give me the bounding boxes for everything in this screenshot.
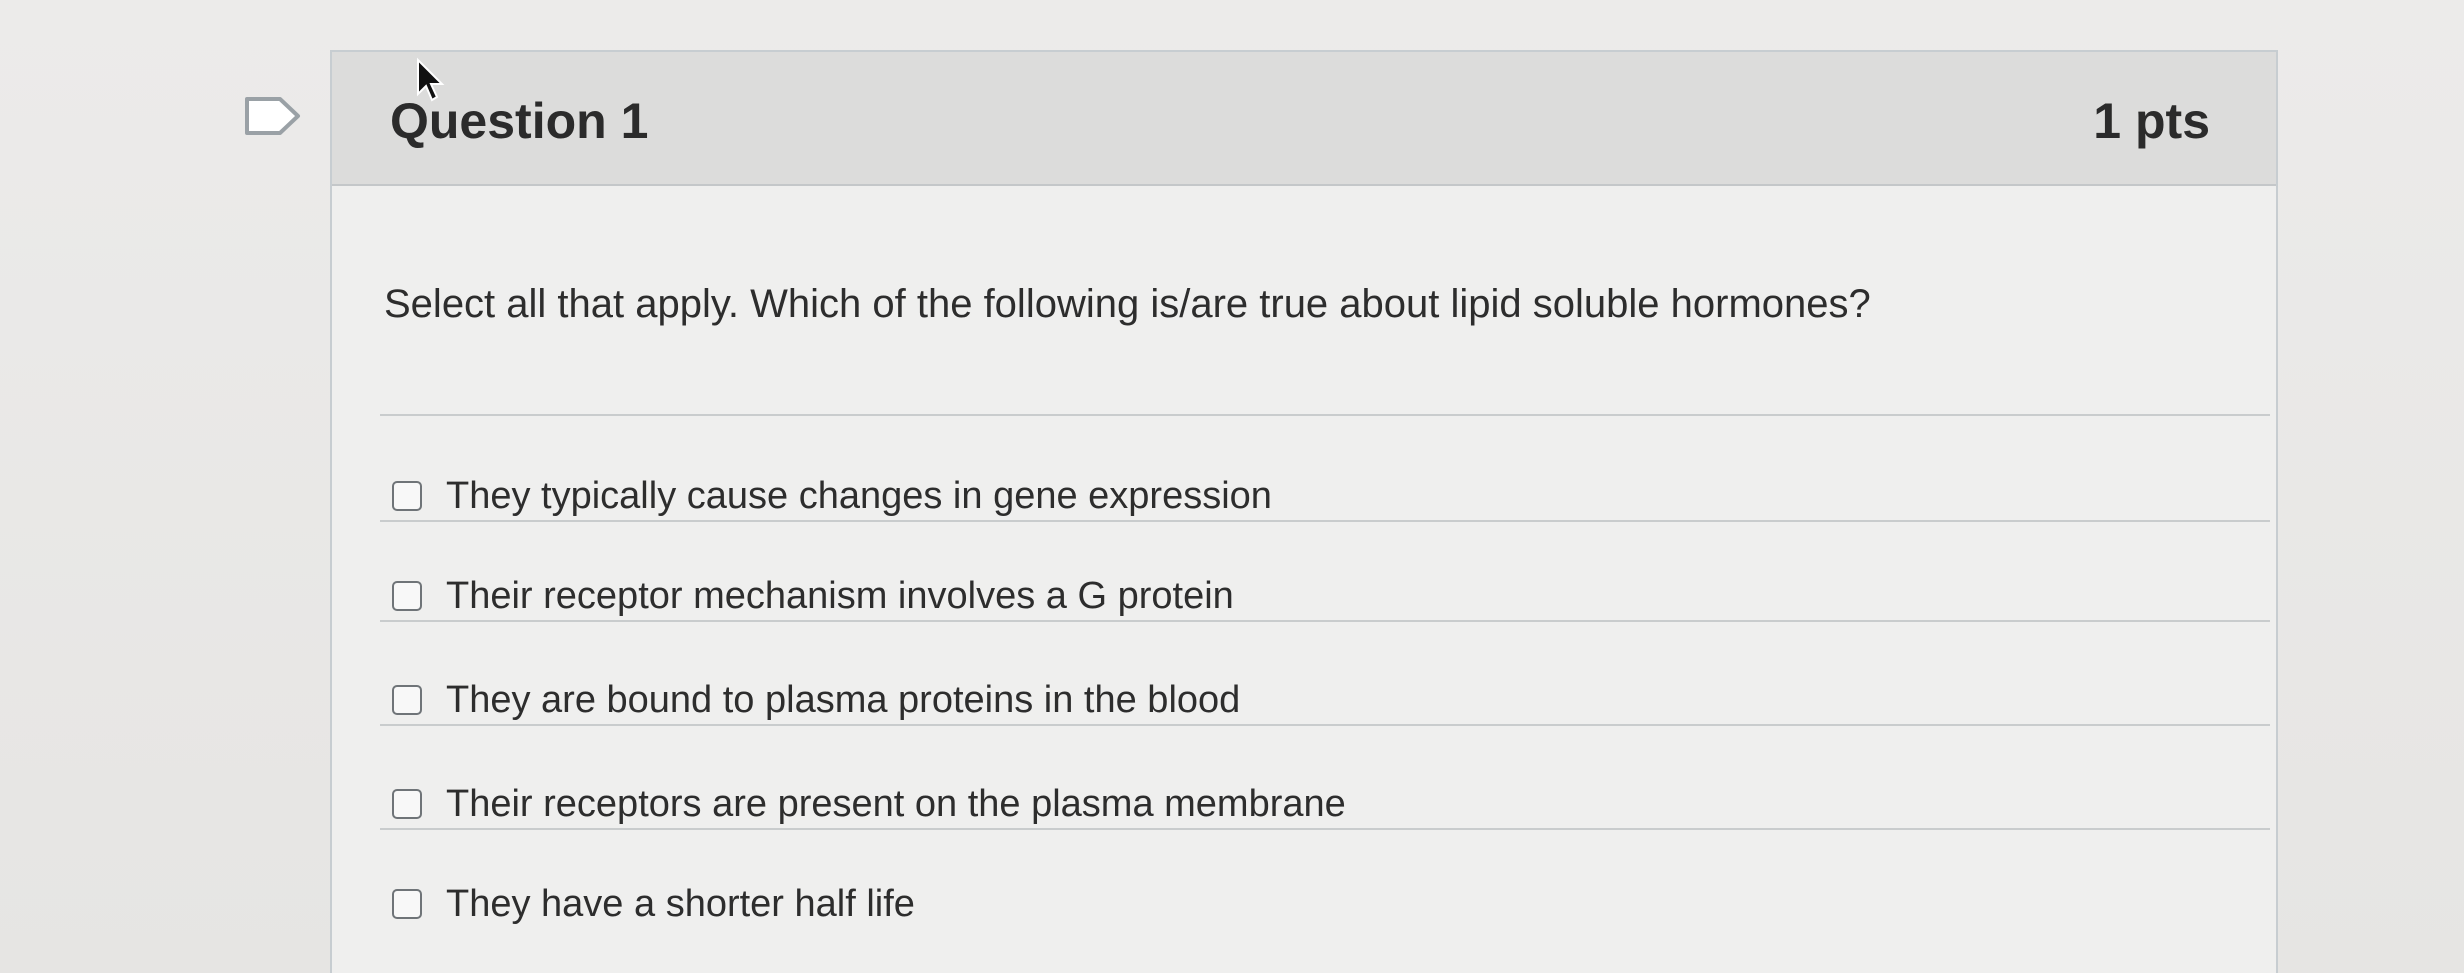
question-card: Question 1 1 pts Select all that apply. … [330, 50, 2278, 973]
answer-option-1[interactable]: They typically cause changes in gene exp… [392, 466, 1272, 526]
quiz-page: Question 1 1 pts Select all that apply. … [0, 0, 2464, 973]
answer-label: They typically cause changes in gene exp… [446, 474, 1272, 517]
checkbox-icon[interactable] [392, 581, 422, 611]
answer-option-2[interactable]: Their receptor mechanism involves a G pr… [392, 566, 1234, 626]
answer-divider [380, 828, 2270, 830]
answer-divider [380, 620, 2270, 622]
question-header: Question 1 1 pts [332, 52, 2276, 186]
answer-label: They are bound to plasma proteins in the… [446, 678, 1241, 721]
answer-divider [380, 724, 2270, 726]
answer-label: Their receptor mechanism involves a G pr… [446, 574, 1234, 617]
answer-divider [380, 520, 2270, 522]
checkbox-icon[interactable] [392, 789, 422, 819]
answer-label: Their receptors are present on the plasm… [446, 782, 1346, 825]
answer-option-3[interactable]: They are bound to plasma proteins in the… [392, 670, 1240, 730]
question-points: 1 pts [2093, 93, 2210, 149]
answer-label: They have a shorter half life [446, 882, 915, 925]
flag-icon[interactable] [244, 96, 302, 136]
checkbox-icon[interactable] [392, 481, 422, 511]
checkbox-icon[interactable] [392, 889, 422, 919]
answer-option-5[interactable]: They have a shorter half life [392, 874, 915, 934]
mouse-cursor-icon [417, 57, 445, 102]
answer-option-4[interactable]: Their receptors are present on the plasm… [392, 774, 1346, 834]
checkbox-icon[interactable] [392, 685, 422, 715]
answer-divider [380, 414, 2270, 416]
question-prompt: Select all that apply. Which of the foll… [384, 282, 1871, 326]
